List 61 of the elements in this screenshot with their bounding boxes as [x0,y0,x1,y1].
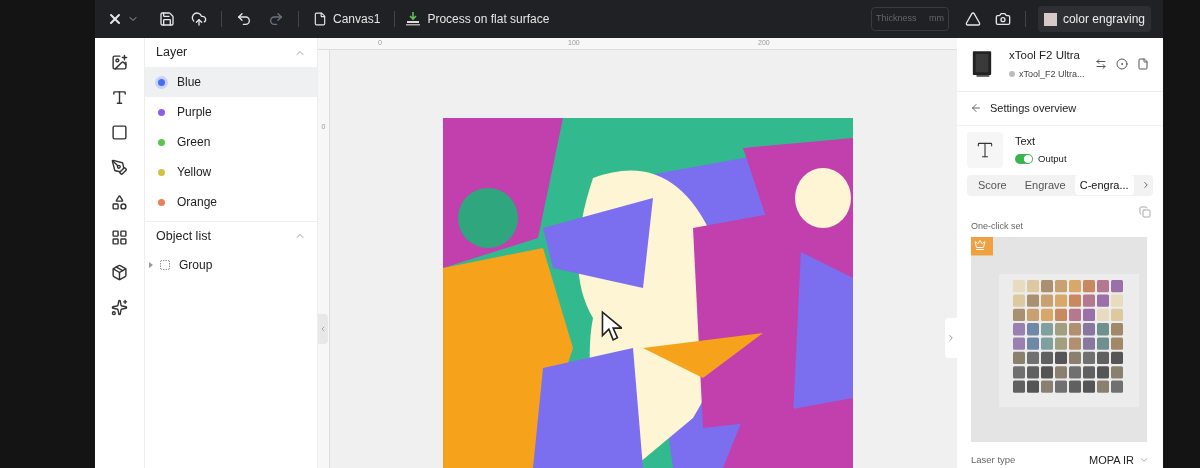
unit-label: mm [928,12,944,26]
connection-name: xTool_F2 Ultra... [1019,67,1085,81]
device-name: xTool F2 Ultra [1009,48,1081,64]
layer-item[interactable]: Orange [145,187,317,217]
image-add-icon[interactable] [111,54,128,71]
grid-icon[interactable] [111,229,128,246]
chevron-left-icon [319,325,327,333]
sparkles-icon[interactable] [111,299,128,316]
layer-name: Purple [177,104,212,121]
layer-item[interactable]: Green [145,127,317,157]
file-icon[interactable] [1137,58,1149,71]
object-name: Group [179,257,213,274]
undo-icon[interactable] [236,11,252,27]
box-icon[interactable] [111,264,128,281]
material-swatch [1043,12,1057,26]
document-name[interactable]: Canvas1 [333,10,381,28]
redo-icon[interactable] [268,11,284,27]
save-icon[interactable] [159,11,175,27]
document-icon [313,12,327,26]
layer-name: Orange [177,194,218,211]
shape-icon[interactable] [964,11,981,27]
output-toggle[interactable] [1015,153,1033,164]
group-icon [159,259,171,271]
section-title: Layer [156,44,188,62]
cloud-upload-icon[interactable] [191,11,207,27]
crown-icon [974,238,986,251]
flat-surface-icon [405,11,422,27]
device-icon [971,49,993,80]
rectangle-tool-icon[interactable] [111,124,128,141]
more-tabs-icon[interactable] [1141,180,1151,191]
mouse-pointer-icon [600,310,622,342]
layer-name: Blue [177,74,202,91]
field-label: Laser type [971,452,1016,467]
collapsed-caret-icon[interactable] [149,262,153,268]
switch-icon[interactable] [1095,58,1107,71]
section-label: One-click set [970,220,1024,233]
mode-tab[interactable]: Engrave [1019,175,1071,196]
section-title: Object list [156,227,211,245]
shapes-icon[interactable] [111,194,128,211]
layer-name: Yellow [177,164,212,181]
logo-icon[interactable] [107,11,123,27]
process-mode[interactable]: Process on flat surface [427,10,550,28]
thickness-input[interactable]: Thickness [875,12,924,26]
layer-item[interactable]: Blue [145,67,317,97]
mode-tab[interactable]: C-engra... [1074,175,1134,196]
layer-item[interactable]: Yellow [145,157,317,187]
back-icon[interactable] [970,102,982,115]
target-icon[interactable] [1116,58,1128,71]
object-type: Text [1015,134,1037,150]
mode-tab[interactable]: Score [973,175,1012,196]
output-label: Output [1038,151,1067,166]
material-button[interactable]: color engraving [1037,6,1151,32]
laser-type-select[interactable]: MOPA IR [1088,451,1149,468]
camera-icon[interactable] [994,11,1011,27]
layer-name: Green [177,134,211,151]
layer-item[interactable]: Purple [145,97,317,127]
panel-title: Settings overview [990,100,1077,116]
pen-tool-icon[interactable] [111,159,128,176]
text-tool-icon[interactable] [111,89,128,106]
chevron-right-icon [946,333,956,343]
object-item[interactable]: Group [145,250,317,280]
